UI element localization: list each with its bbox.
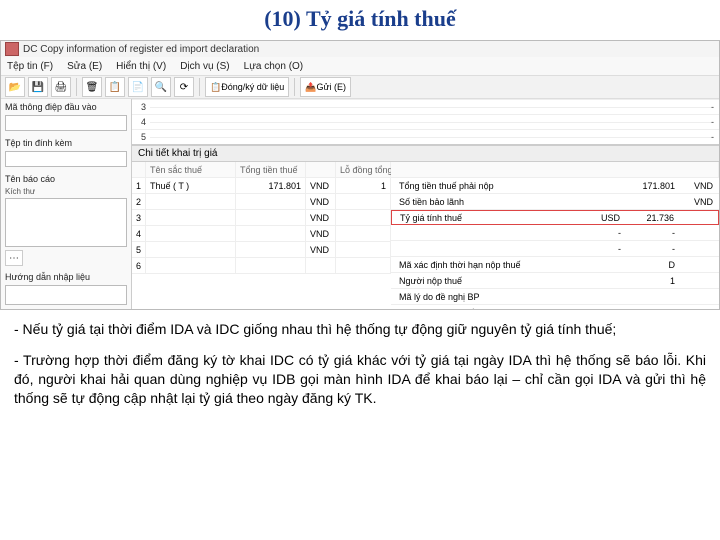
window-title: DC Copy information of register ed impor… [23, 44, 259, 55]
cell-name [146, 258, 236, 274]
cell-cur [306, 258, 336, 274]
msgcode-input[interactable] [5, 115, 127, 131]
cell-lo [336, 210, 391, 226]
refresh-icon[interactable]: ⟳ [174, 77, 194, 97]
cell-idx: 1 [132, 178, 146, 194]
explanatory-notes: - Nếu tỷ giá tại thời điểm IDA và IDC gi… [0, 310, 720, 430]
sign-button[interactable]: 📋 Đóng/ký dữ liệu [205, 77, 289, 97]
separator [76, 78, 77, 96]
send-button[interactable]: 📤 Gửi (E) [300, 77, 351, 97]
save-icon[interactable]: 💾 [28, 77, 48, 97]
main-panel: 3- 4- 5- Chi tiết khai trị giá 1 2 3 4 5… [132, 99, 719, 309]
cell-idx: 5 [132, 242, 146, 258]
upper-grid: 3- 4- 5- [132, 99, 719, 145]
cell-idx: 4 [132, 226, 146, 242]
row-exchange-rate: Tỷ giá tính thuếUSD21.736 [391, 210, 719, 225]
row-guarantee: Số tiền bảo lãnhVND [391, 194, 719, 210]
row-total-tax: Tổng tiền thuế phải nộp171.801VND [391, 178, 719, 194]
col-lo-header: Lỗ đồng tổng [336, 162, 391, 178]
app-window: DC Copy information of register ed impor… [0, 40, 720, 310]
left-label-guide: Hướng dẫn nhập liệu [1, 269, 131, 285]
row-idx: 3 [132, 102, 150, 112]
cell-lo [336, 194, 391, 210]
menu-service[interactable]: Dịch vụ (S) [180, 61, 229, 72]
cell-cur: VND [306, 242, 336, 258]
tax-grid: 1 2 3 4 5 6 Tên sắc thuế Thuế ( T ) [132, 162, 719, 309]
menu-edit[interactable]: Sửa (E) [67, 61, 102, 72]
menu-view[interactable]: Hiển thị (V) [116, 61, 166, 72]
guide-box [5, 285, 127, 305]
rhs-header [391, 162, 719, 178]
cell-amount [236, 242, 306, 258]
left-sub-size: Kích thư [1, 187, 131, 198]
slide-title: (10) Tỷ giá tính thuế [0, 0, 720, 40]
row-blank1: -- [391, 225, 719, 241]
left-label-msgcode: Mã thông điệp đầu vào [1, 99, 131, 115]
row-blank2: -- [391, 241, 719, 257]
report-list[interactable] [5, 198, 127, 247]
left-panel: Mã thông điệp đầu vào Tệp tin đính kèm T… [1, 99, 132, 309]
print-icon[interactable]: 🖨 [51, 77, 71, 97]
cell-lo [336, 242, 391, 258]
cell-idx: 6 [132, 258, 146, 274]
cell-amount [236, 194, 306, 210]
cell-amount: 171.801 [236, 178, 306, 194]
row-pay-class: Phân loại nộp thuế [391, 305, 719, 309]
copy-icon[interactable]: 📋 [105, 77, 125, 97]
row-idx: 4 [132, 117, 150, 127]
cell-lo [336, 258, 391, 274]
menubar: Tệp tin (F) Sửa (E) Hiển thị (V) Dịch vụ… [1, 57, 719, 76]
row-payer: Người nộp thuế1 [391, 273, 719, 289]
left-label-report: Tên báo cáo [1, 171, 131, 187]
browse-button[interactable]: ⋯ [5, 250, 23, 266]
cell-cur: VND [306, 178, 336, 194]
cell-name [146, 194, 236, 210]
col-name-header: Tên sắc thuế [146, 162, 236, 178]
section-header: Chi tiết khai trị giá [132, 145, 719, 162]
cell-idx: 3 [132, 210, 146, 226]
menu-option[interactable]: Lựa chọn (O) [244, 61, 304, 72]
toolbar: 📂 💾 🖨 🗑 📋 📄 🔍 ⟳ 📋 Đóng/ký dữ liệu 📤 Gửi … [1, 76, 719, 99]
open-icon[interactable]: 📂 [5, 77, 25, 97]
cell-amount [236, 226, 306, 242]
row-bp-reason: Mã lý do đề nghị BP [391, 289, 719, 305]
separator [199, 78, 200, 96]
cell-name: Thuế ( T ) [146, 178, 236, 194]
cell-idx: 2 [132, 194, 146, 210]
left-label-attach: Tệp tin đính kèm [1, 135, 131, 151]
menu-file[interactable]: Tệp tin (F) [7, 61, 53, 72]
attach-input[interactable] [5, 151, 127, 167]
find-icon[interactable]: 🔍 [151, 77, 171, 97]
doc-icon[interactable]: 📄 [128, 77, 148, 97]
cell-cur: VND [306, 226, 336, 242]
row-due-code: Mã xác định thời hạn nộp thuếD [391, 257, 719, 273]
delete-icon[interactable]: 🗑 [82, 77, 102, 97]
row-idx: 5 [132, 132, 150, 142]
separator [294, 78, 295, 96]
app-icon [5, 42, 19, 56]
cell-cur: VND [306, 210, 336, 226]
cell-name [146, 242, 236, 258]
titlebar: DC Copy information of register ed impor… [1, 41, 719, 57]
col-cur-header [306, 162, 336, 178]
note-paragraph-2: - Trường hợp thời điểm đăng ký tờ khai I… [14, 351, 706, 408]
col-amount-header: Tổng tiền thuế [236, 162, 306, 178]
cell-amount [236, 258, 306, 274]
cell-cur: VND [306, 194, 336, 210]
cell-lo: 1 [336, 178, 391, 194]
col-idx-header [132, 162, 146, 178]
cell-amount [236, 210, 306, 226]
right-info: Tổng tiền thuế phải nộp171.801VND Số tiề… [391, 162, 719, 309]
note-paragraph-1: - Nếu tỷ giá tại thời điểm IDA và IDC gi… [14, 320, 706, 339]
cell-lo [336, 226, 391, 242]
cell-name [146, 226, 236, 242]
cell-name [146, 210, 236, 226]
